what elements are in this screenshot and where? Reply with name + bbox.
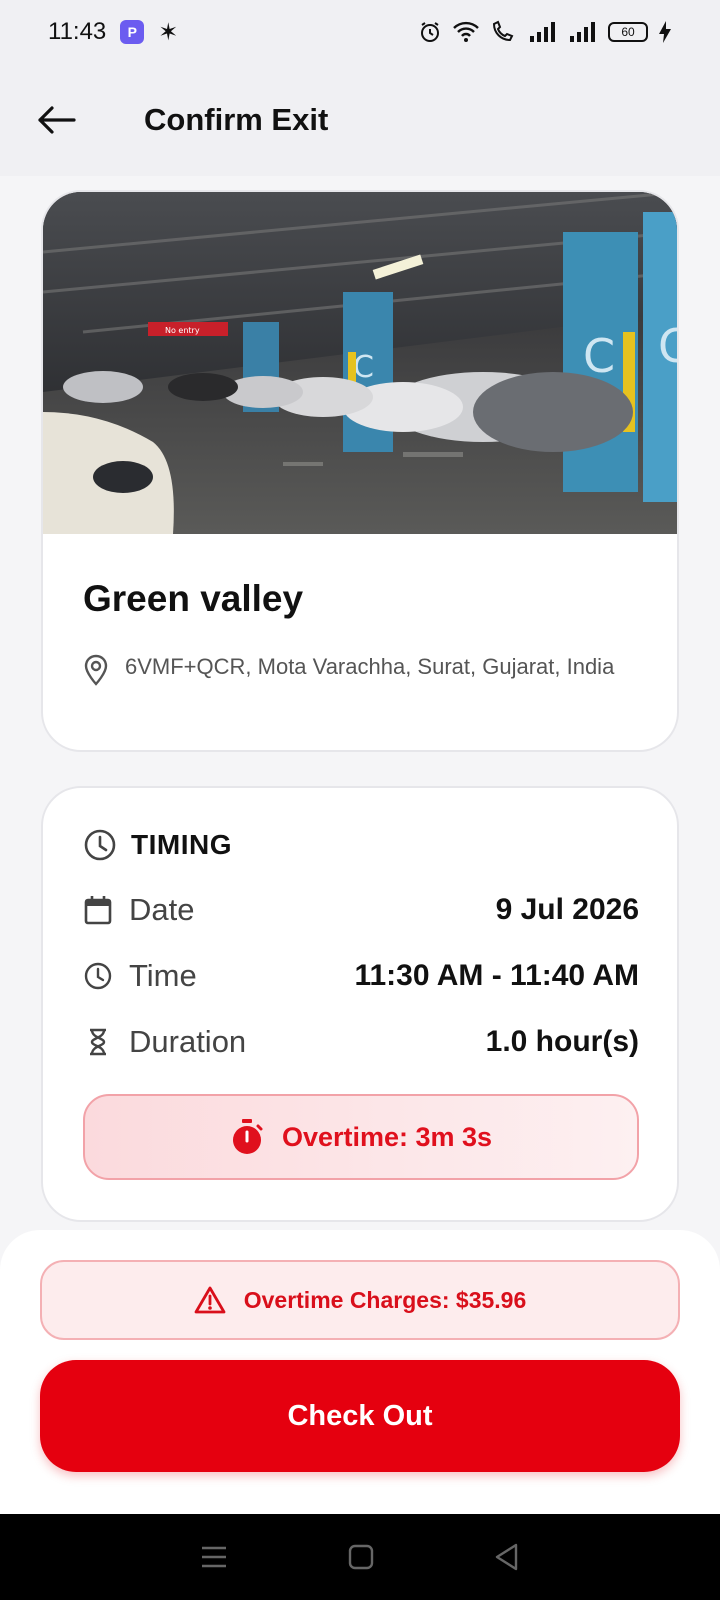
svg-text:C: C	[583, 329, 615, 383]
overtime-badge: Overtime: 3m 3s	[83, 1094, 639, 1180]
check-out-button[interactable]: Check Out	[40, 1360, 680, 1472]
back-nav-icon[interactable]	[494, 1543, 520, 1571]
place-address: 6VMF+QCR, Mota Varachha, Surat, Gujarat,…	[83, 650, 643, 688]
time-value: 11:30 AM - 11:40 AM	[354, 959, 639, 992]
svg-text:C: C	[353, 350, 374, 385]
call-icon	[492, 20, 514, 42]
time-row: Time 11:30 AM - 11:40 AM	[83, 958, 639, 994]
warning-icon	[194, 1286, 226, 1314]
location-pin-icon	[84, 654, 108, 686]
overtime-charges-text: Overtime Charges: $35.96	[243, 1286, 527, 1313]
arrow-left-icon	[38, 106, 76, 134]
checkout-sheet: Overtime Charges: $35.96 Check Out	[0, 1230, 720, 1514]
content-scroll[interactable]: No entry C C C	[0, 176, 720, 1230]
duration-label: Duration	[129, 1024, 247, 1059]
timing-card: TIMING Date 9 Jul 2026 Time 11:30 AM - 1…	[41, 786, 679, 1222]
back-button[interactable]	[26, 90, 86, 150]
date-row: Date 9 Jul 2026	[83, 892, 639, 928]
overtime-text: Overtime: 3m 3s	[281, 1121, 493, 1152]
timing-header: TIMING	[83, 828, 232, 862]
duration-row: Duration 1.0 hour(s)	[83, 1024, 639, 1060]
signal-icon-2	[570, 22, 595, 42]
status-time: 11:43	[48, 18, 107, 45]
svg-text:C: C	[658, 319, 677, 373]
date-label: Date	[129, 892, 195, 927]
place-card: No entry C C C	[41, 190, 679, 752]
page-title: Confirm Exit	[144, 102, 329, 137]
sparkle-icon: ✶	[158, 18, 179, 46]
alarm-icon	[421, 22, 439, 42]
charging-icon	[659, 21, 671, 43]
battery-indicator: 60	[608, 22, 648, 42]
app-notification-icon: P	[120, 20, 145, 44]
parking-garage-image: No entry C C C	[43, 192, 677, 534]
clock-icon	[84, 962, 112, 990]
time-label: Time	[129, 958, 197, 993]
date-value: 9 Jul 2026	[495, 893, 639, 926]
timing-title: TIMING	[131, 829, 232, 860]
calendar-icon	[84, 896, 112, 925]
menu-icon[interactable]	[200, 1545, 228, 1569]
clock-icon	[84, 829, 116, 861]
status-bar: 11:43 P ✶ 60	[0, 0, 720, 64]
address-text: 6VMF+QCR, Mota Varachha, Surat, Gujarat,…	[125, 654, 615, 679]
wifi-icon	[453, 21, 479, 42]
parking-photo: No entry C C C	[43, 192, 677, 534]
app-bar: Confirm Exit	[0, 64, 720, 176]
place-name: Green valley	[83, 578, 304, 619]
stopwatch-icon	[232, 1119, 263, 1154]
duration-value: 1.0 hour(s)	[485, 1025, 639, 1058]
hourglass-icon	[90, 1028, 106, 1056]
signal-icon	[530, 22, 555, 42]
overtime-charges-alert: Overtime Charges: $35.96	[40, 1260, 680, 1340]
no-entry-sign: No entry	[165, 326, 200, 335]
home-icon[interactable]	[348, 1544, 374, 1570]
system-nav-bar	[0, 1514, 720, 1600]
